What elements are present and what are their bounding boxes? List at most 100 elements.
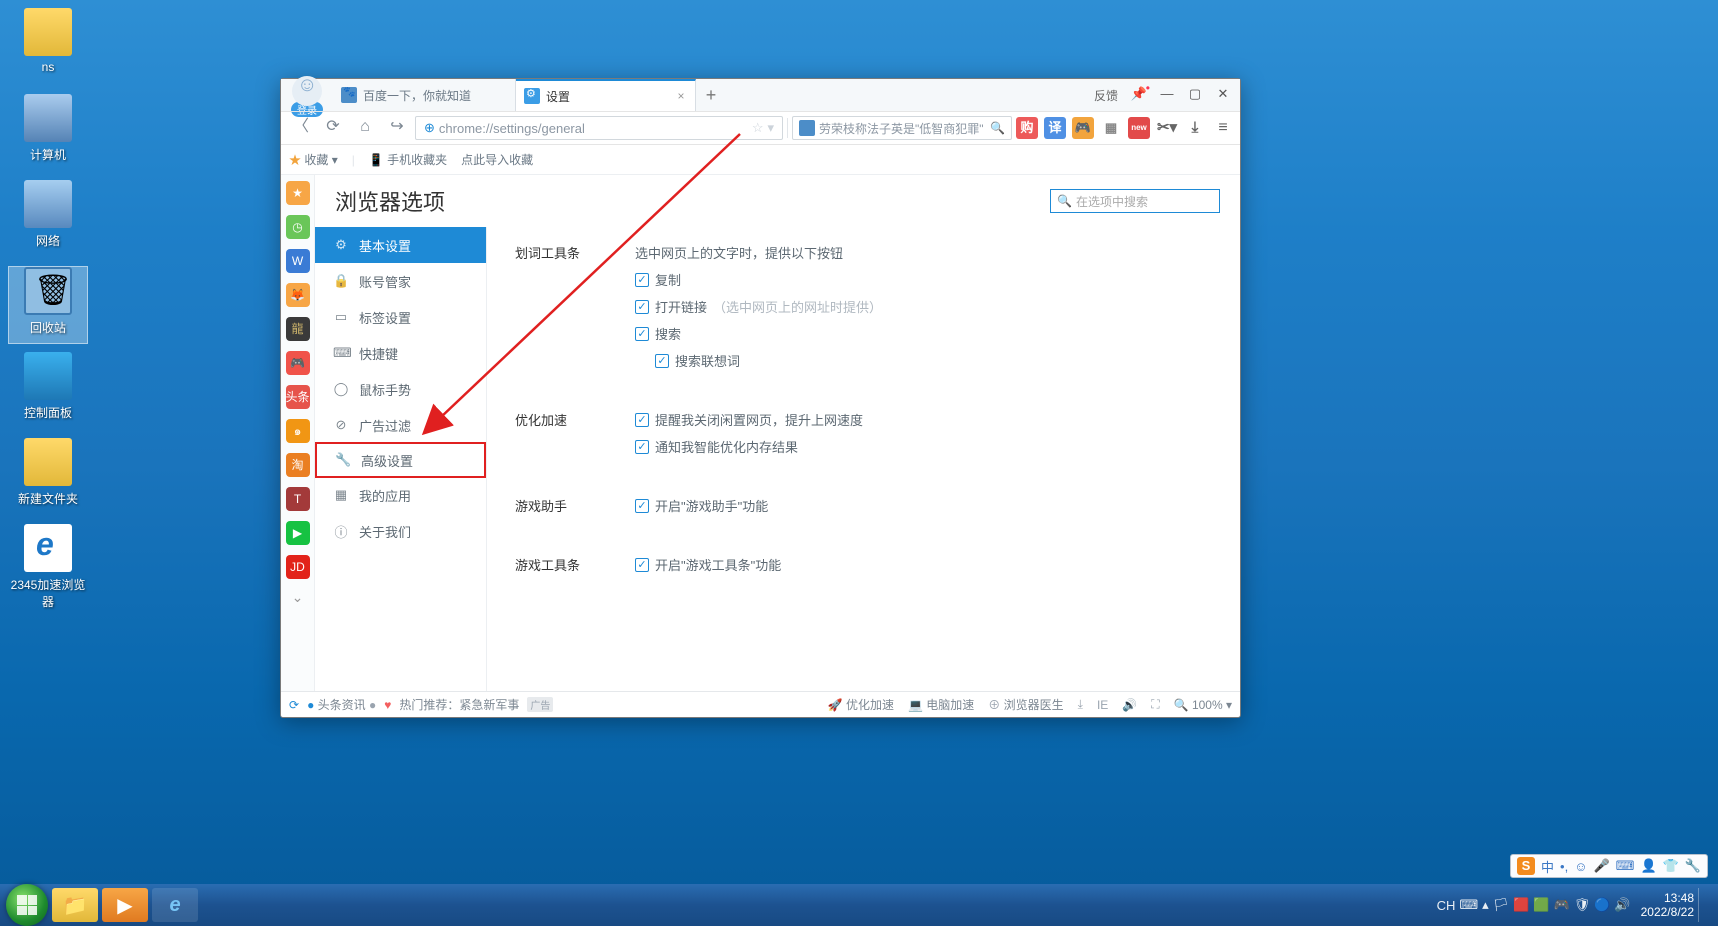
close-button[interactable]: ✕	[1210, 84, 1236, 106]
grid-icon[interactable]: ▦	[1100, 117, 1122, 139]
tray-up-icon[interactable]: ▴	[1482, 897, 1489, 913]
rail-icon[interactable]: JD	[286, 555, 310, 579]
home-button[interactable]: ⌂	[351, 115, 379, 141]
close-icon[interactable]: ×	[673, 89, 689, 105]
tray-app-icon[interactable]: 🟩	[1533, 897, 1549, 913]
back-button[interactable]: 〈	[287, 115, 315, 141]
rail-icon[interactable]: 龍	[286, 317, 310, 341]
fullscreen-icon[interactable]: ⛶	[1151, 697, 1159, 712]
refresh-icon[interactable]: ⟳	[289, 698, 299, 712]
desktop-icon-2345-browser[interactable]: 2345加速浏览器	[8, 524, 88, 602]
nav-about[interactable]: ⓘ关于我们	[315, 513, 486, 549]
search-box[interactable]: 劳荣枝称法子英是"低智商犯罪" 🔍	[792, 116, 1012, 140]
rail-icon[interactable]: T	[286, 487, 310, 511]
nav-adblock[interactable]: ⊘广告过滤	[315, 407, 486, 443]
nav-tabs[interactable]: ▭标签设置	[315, 299, 486, 335]
settings-search[interactable]: 🔍 在选项中搜索	[1050, 189, 1220, 213]
download-icon[interactable]: ⤓	[1184, 117, 1206, 139]
nav-account[interactable]: 🔒账号管家	[315, 263, 486, 299]
ime-punct-icon[interactable]: •,	[1560, 859, 1568, 874]
news-link[interactable]: ● 头条资讯 ●	[307, 696, 376, 713]
start-button[interactable]	[6, 884, 48, 926]
checkbox-suggest[interactable]	[655, 354, 669, 368]
ime-lang[interactable]: 中	[1541, 857, 1554, 876]
taskbar-ie[interactable]: e	[152, 888, 198, 922]
bookmark-star-icon[interactable]: ☆	[752, 120, 764, 136]
rail-icon[interactable]: 淘	[286, 453, 310, 477]
ime-tool-icon[interactable]: 👕	[1663, 858, 1679, 874]
desktop-icon-network[interactable]: 网络	[8, 180, 88, 258]
zoom-level[interactable]: 🔍 100% ▾	[1174, 698, 1232, 712]
scissors-icon[interactable]: ✂▾	[1156, 117, 1178, 139]
reload-button[interactable]: ⟳	[319, 115, 347, 141]
show-desktop-button[interactable]	[1698, 888, 1706, 922]
download-status-icon[interactable]: ⤓	[1078, 697, 1083, 712]
taskbar-media[interactable]: ▶	[102, 888, 148, 922]
ie-mode-icon[interactable]: IE	[1097, 698, 1108, 712]
rail-icon[interactable]: W	[286, 249, 310, 273]
checkbox-game-toolbar[interactable]	[635, 558, 649, 572]
tray-ime-label[interactable]: CH	[1437, 898, 1456, 913]
tray-flag-icon[interactable]: 🏳	[1493, 897, 1510, 913]
search-icon[interactable]: 🔍	[990, 121, 1005, 135]
tray-app-icon[interactable]: 🟥	[1513, 897, 1529, 913]
ime-settings-icon[interactable]: 🔧	[1685, 858, 1701, 874]
ime-bar[interactable]: S 中 •, ☺ 🎤 ⌨ 👤 👕 🔧	[1510, 854, 1708, 878]
translate-icon[interactable]: 译	[1044, 117, 1066, 139]
forward-button[interactable]: ↪	[383, 115, 411, 141]
nav-basic-settings[interactable]: ⚙基本设置	[315, 227, 486, 263]
tray-keyboard-icon[interactable]: ⌨	[1459, 897, 1478, 913]
speedup-button[interactable]: 🚀 优化加速	[828, 696, 894, 713]
new-tab-button[interactable]: +	[696, 85, 726, 106]
rail-more-icon[interactable]: ⌄	[292, 589, 304, 606]
tab-baidu[interactable]: 百度一下，你就知道	[333, 79, 516, 111]
desktop-icon-recycle-bin[interactable]: 回收站	[8, 266, 88, 344]
tray-app-icon[interactable]: 🔵	[1594, 897, 1610, 913]
rail-icon[interactable]: ◷	[286, 215, 310, 239]
checkbox-open-link[interactable]	[635, 300, 649, 314]
rail-icon[interactable]: ★	[286, 181, 310, 205]
rail-icon[interactable]: 头条	[286, 385, 310, 409]
mobile-fav-button[interactable]: 📱 手机收藏夹	[369, 151, 447, 168]
nav-shortcuts[interactable]: ⌨快捷键	[315, 335, 486, 371]
nav-advanced-settings[interactable]: 🔧高级设置	[315, 442, 486, 478]
pc-speedup-button[interactable]: 💻 电脑加速	[908, 696, 974, 713]
menu-icon[interactable]: ≡	[1212, 117, 1234, 139]
tab-settings[interactable]: 设置 ×	[516, 79, 696, 111]
rail-icon[interactable]: ▶	[286, 521, 310, 545]
nav-my-apps[interactable]: ▦我的应用	[315, 477, 486, 513]
game-icon[interactable]: 🎮	[1072, 117, 1094, 139]
rail-icon[interactable]: 🎮	[286, 351, 310, 375]
ime-personal-icon[interactable]: 👤	[1640, 858, 1656, 874]
hot-recommend[interactable]: 热门推荐：紧急新军事	[399, 696, 519, 713]
nav-mouse-gesture[interactable]: ◯鼠标手势	[315, 371, 486, 407]
shop-icon[interactable]: 购	[1016, 117, 1038, 139]
desktop-icon-new-folder[interactable]: 新建文件夹	[8, 438, 88, 516]
favorites-button[interactable]: ★ 收藏 ▾	[289, 151, 338, 168]
url-input[interactable]: ⊕ chrome://settings/general ☆ ▾	[415, 116, 783, 140]
new-badge-icon[interactable]: new	[1128, 117, 1150, 139]
maximize-button[interactable]: ▢	[1182, 84, 1208, 106]
taskbar-explorer[interactable]: 📁	[52, 888, 98, 922]
rail-icon[interactable]: ๑	[286, 419, 310, 443]
checkbox-notify-optimize[interactable]	[635, 440, 649, 454]
minimize-button[interactable]: —	[1154, 84, 1180, 106]
sound-icon[interactable]: 🔊	[1122, 698, 1137, 712]
ime-keyboard-icon[interactable]: ⌨	[1616, 858, 1635, 874]
pin-icon[interactable]: 📌	[1126, 84, 1152, 106]
checkbox-remind-idle[interactable]	[635, 413, 649, 427]
clock[interactable]: 13:48 2022/8/22	[1635, 891, 1694, 919]
tray-sound-icon[interactable]: 🔊	[1614, 897, 1630, 913]
checkbox-copy[interactable]	[635, 273, 649, 287]
ime-face-icon[interactable]: ☺	[1574, 859, 1587, 874]
import-fav-link[interactable]: 点此导入收藏	[461, 151, 533, 168]
doctor-button[interactable]: ⊕ 浏览器医生	[988, 696, 1063, 713]
desktop-icon-computer[interactable]: 计算机	[8, 94, 88, 172]
rail-icon[interactable]: 🦊	[286, 283, 310, 307]
desktop-icon-ns[interactable]: ns	[8, 8, 88, 86]
checkbox-search[interactable]	[635, 327, 649, 341]
ime-mic-icon[interactable]: 🎤	[1593, 858, 1609, 874]
desktop-icon-control-panel[interactable]: 控制面板	[8, 352, 88, 430]
feedback-link[interactable]: 反馈	[1094, 87, 1118, 104]
tray-app-icon[interactable]: 🎮	[1554, 897, 1570, 913]
